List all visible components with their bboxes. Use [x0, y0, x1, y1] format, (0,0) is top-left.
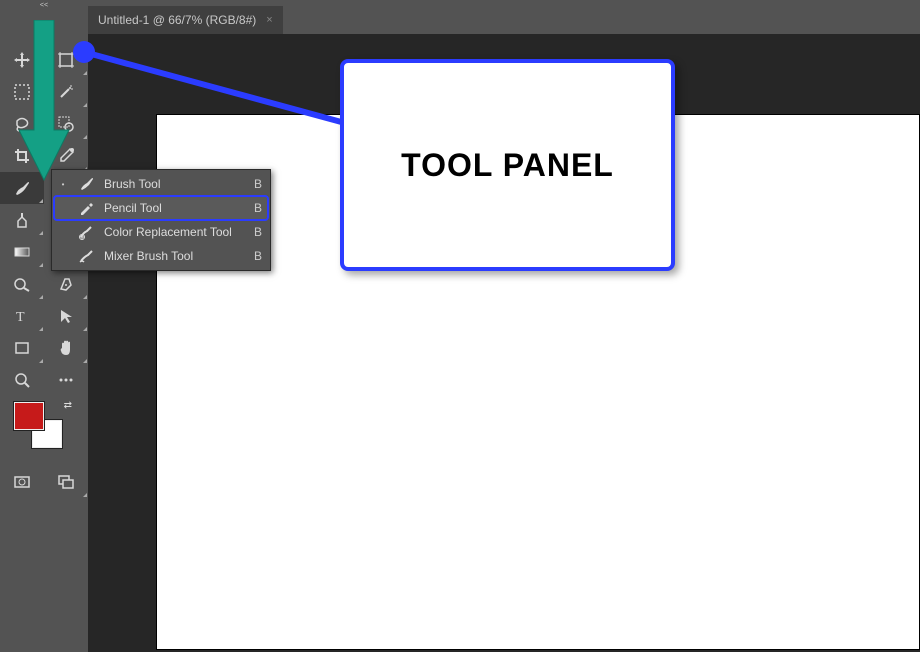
magic-wand-tool[interactable]: [44, 76, 88, 108]
text-tool[interactable]: T: [0, 300, 44, 332]
flyout-item-brush[interactable]: • Brush Tool B: [54, 172, 268, 196]
flyout-label: Brush Tool: [104, 177, 240, 191]
flyout-label: Color Replacement Tool: [104, 225, 240, 239]
flyout-shortcut: B: [248, 225, 262, 239]
marquee-icon: [13, 83, 31, 101]
flyout-shortcut: B: [248, 249, 262, 263]
quick-mask-button[interactable]: [0, 466, 44, 498]
document-tab[interactable]: Untitled-1 @ 66/7% (RGB/8#) ×: [88, 6, 283, 34]
eyedropper-icon: [57, 147, 75, 165]
tool-panel: T: [0, 10, 88, 650]
brush-icon: [76, 176, 96, 192]
flyout-shortcut: B: [248, 201, 262, 215]
crop-icon: [13, 147, 31, 165]
dodge-icon: [13, 275, 31, 293]
screen-mode-icon: [57, 473, 75, 491]
artboard-icon: [57, 51, 75, 69]
lasso-tool[interactable]: [0, 108, 44, 140]
flyout-item-color-replace[interactable]: Color Replacement Tool B: [54, 220, 268, 244]
svg-text:T: T: [16, 310, 25, 325]
move-icon: [13, 51, 31, 69]
hand-icon: [57, 339, 75, 357]
quick-select-tool[interactable]: [44, 108, 88, 140]
color-swatches: ⇄: [14, 402, 84, 452]
move-tool[interactable]: [0, 44, 44, 76]
gradient-icon: [13, 243, 31, 261]
gradient-tool[interactable]: [0, 236, 44, 268]
mixer-brush-icon: [76, 248, 96, 264]
pen-tool[interactable]: [44, 268, 88, 300]
collapse-label: <<: [40, 2, 48, 9]
more-icon: [57, 371, 75, 389]
swap-colors-icon[interactable]: ⇄: [64, 400, 72, 411]
text-icon: T: [13, 307, 31, 325]
artboard-tool[interactable]: [44, 44, 88, 76]
app-root: << Untitled-1 @ 66/7% (RGB/8#) ×: [0, 0, 920, 652]
close-tab-icon[interactable]: ×: [266, 14, 272, 26]
clone-tool[interactable]: [0, 204, 44, 236]
flyout-label: Mixer Brush Tool: [104, 249, 240, 263]
magic-wand-icon: [57, 83, 75, 101]
collapse-panel-button[interactable]: <<: [0, 0, 88, 10]
color-replace-icon: [76, 224, 96, 240]
dodge-tool[interactable]: [0, 268, 44, 300]
edit-toolbar-button[interactable]: [44, 364, 88, 396]
path-select-icon: [57, 307, 75, 325]
flyout-item-mixer-brush[interactable]: Mixer Brush Tool B: [54, 244, 268, 268]
lasso-icon: [13, 115, 31, 133]
foreground-color-swatch[interactable]: [14, 402, 44, 430]
quick-select-icon: [57, 115, 75, 133]
brush-tool[interactable]: [0, 172, 44, 204]
callout-text: TOOL PANEL: [401, 147, 614, 184]
active-marker: •: [58, 180, 68, 189]
tab-bar: Untitled-1 @ 66/7% (RGB/8#) ×: [88, 6, 283, 34]
hand-tool[interactable]: [44, 332, 88, 364]
flyout-item-pencil[interactable]: Pencil Tool B: [54, 196, 268, 220]
brush-icon: [13, 179, 31, 197]
crop-tool[interactable]: [0, 140, 44, 172]
flyout-shortcut: B: [248, 177, 262, 191]
brush-flyout-menu: • Brush Tool B Pencil Tool B Color Repla…: [51, 169, 271, 271]
marquee-tool[interactable]: [0, 76, 44, 108]
pencil-icon: [76, 200, 96, 216]
pen-icon: [57, 275, 75, 293]
zoom-tool[interactable]: [0, 364, 44, 396]
path-select-tool[interactable]: [44, 300, 88, 332]
zoom-icon: [13, 371, 31, 389]
callout-box: TOOL PANEL: [340, 59, 675, 271]
clone-icon: [13, 211, 31, 229]
rectangle-icon: [13, 339, 31, 357]
document-tab-title: Untitled-1 @ 66/7% (RGB/8#): [98, 13, 256, 27]
flyout-label: Pencil Tool: [104, 201, 240, 215]
screen-mode-button[interactable]: [44, 466, 88, 498]
rectangle-tool[interactable]: [0, 332, 44, 364]
quick-mask-icon: [13, 473, 31, 491]
eyedropper-tool[interactable]: [44, 140, 88, 172]
